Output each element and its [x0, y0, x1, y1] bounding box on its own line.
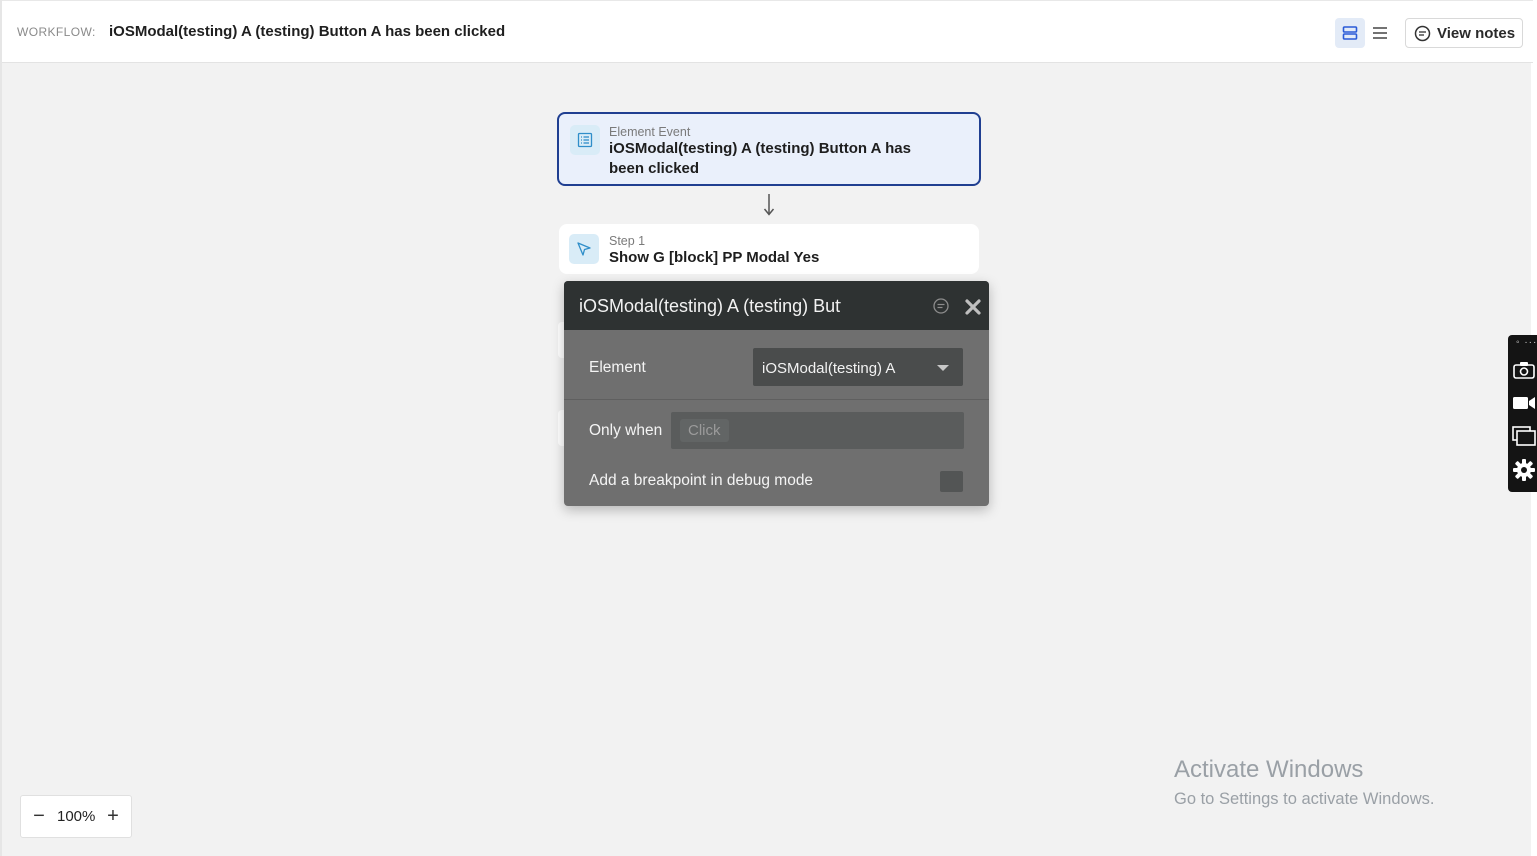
- arrow-down-icon: [763, 194, 775, 216]
- note-icon[interactable]: [932, 297, 950, 315]
- view-notes-button[interactable]: View notes: [1405, 18, 1523, 48]
- step-card[interactable]: Step 1 Show G [block] PP Modal Yes: [559, 224, 979, 274]
- step-kind-label: Step 1: [609, 234, 646, 248]
- breakpoint-checkbox[interactable]: [940, 471, 963, 492]
- list-view-button[interactable]: [1365, 18, 1395, 48]
- windows-icon[interactable]: [1511, 423, 1537, 449]
- event-kind-label: Element Event: [609, 125, 691, 139]
- property-editor: iOSModal(testing) A (testing) Button A h…: [564, 281, 989, 506]
- event-name: iOSModal(testing) A (testing) Button A h…: [609, 140, 911, 177]
- close-icon[interactable]: [964, 298, 982, 316]
- workflow-editor: WORKFLOW: iOSModal(testing) A (testing) …: [0, 0, 1537, 856]
- comment-icon: [1414, 25, 1431, 41]
- chevron-down-icon: [937, 365, 949, 371]
- zoom-control: − 100% +: [20, 795, 132, 838]
- workflow-header: WORKFLOW: iOSModal(testing) A (testing) …: [2, 0, 1533, 63]
- element-select-value: iOSModal(testing) A: [762, 360, 896, 377]
- view-notes-label: View notes: [1437, 24, 1516, 42]
- zoom-level: 100%: [57, 808, 96, 825]
- gear-icon[interactable]: [1511, 457, 1537, 483]
- camera-icon[interactable]: [1511, 357, 1537, 383]
- step-name: Show G [block] PP Modal Yes: [609, 249, 820, 266]
- view-toggle: [1335, 18, 1395, 48]
- activate-windows-title: Activate Windows: [1174, 756, 1364, 783]
- element-label: Element: [589, 359, 646, 376]
- only-when-label: Only when: [589, 422, 663, 439]
- list-view-icon: [1373, 27, 1387, 39]
- video-camera-icon[interactable]: [1511, 390, 1537, 416]
- workflow-title: iOSModal(testing) A (testing) Button A h…: [109, 23, 506, 40]
- recorder-toolbar: ◦ ···: [1508, 335, 1537, 492]
- zoom-out-button[interactable]: −: [21, 796, 57, 837]
- breakpoint-label: Add a breakpoint in debug mode: [589, 472, 814, 489]
- property-editor-title: iOSModal(testing) A (testing) Button A h…: [579, 296, 841, 316]
- divider: [564, 399, 989, 400]
- zoom-in-button[interactable]: +: [95, 796, 131, 837]
- activate-windows-subtitle: Go to Settings to activate Windows.: [1174, 790, 1435, 808]
- cursor-icon: [569, 234, 599, 264]
- workflow-label: WORKFLOW:: [17, 25, 96, 39]
- event-card[interactable]: Element Event iOSModal(testing) A (testi…: [557, 112, 981, 186]
- element-select[interactable]: iOSModal(testing) A: [753, 348, 963, 386]
- only-when-placeholder[interactable]: Click: [680, 419, 729, 442]
- card-view-icon: [1342, 26, 1358, 40]
- only-when-input[interactable]: Click: [671, 412, 964, 449]
- property-editor-header[interactable]: iOSModal(testing) A (testing) Button A h…: [564, 281, 989, 330]
- card-view-button[interactable]: [1335, 18, 1365, 48]
- more-icon[interactable]: ◦ ···: [1516, 337, 1537, 348]
- element-event-icon: [570, 125, 600, 155]
